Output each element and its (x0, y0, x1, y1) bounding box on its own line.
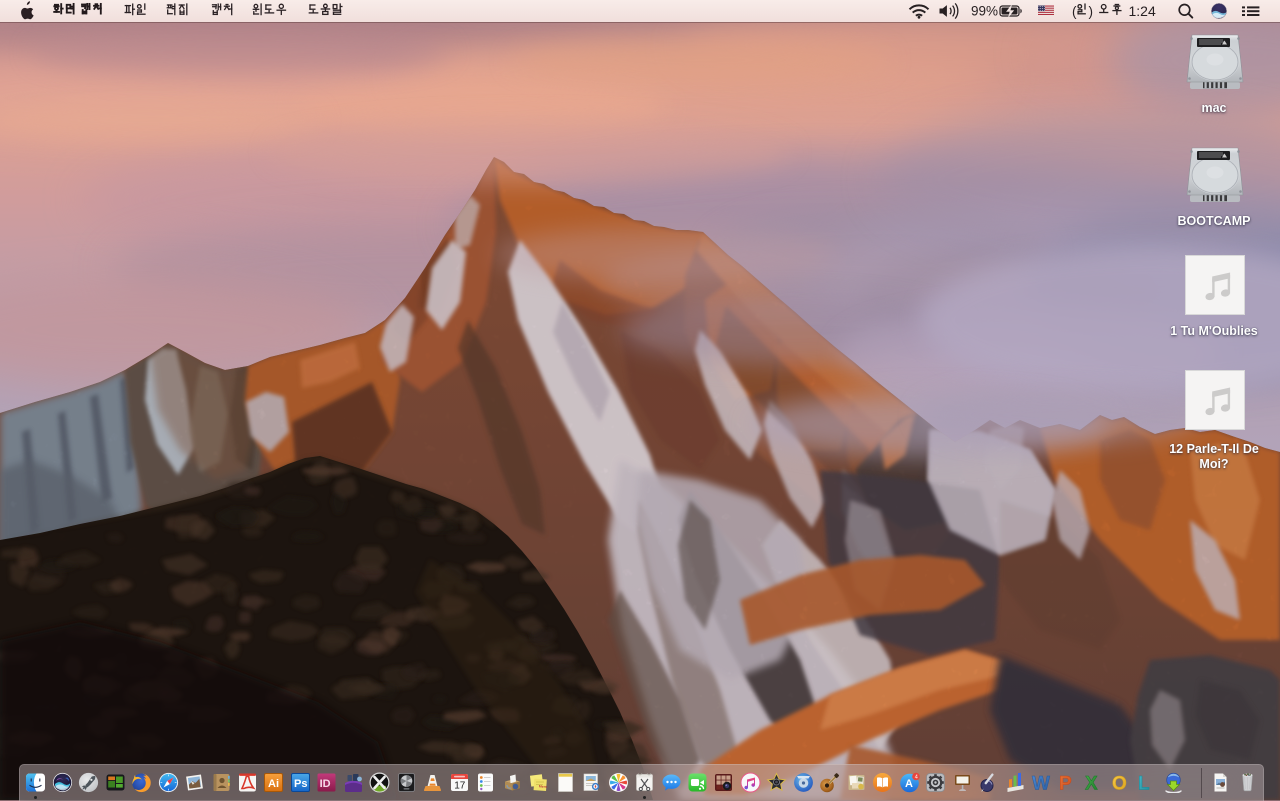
svg-text:ID: ID (320, 778, 331, 790)
svg-text:A: A (905, 778, 913, 790)
svg-text:99%: 99% (971, 4, 998, 19)
svg-text:L: L (1138, 774, 1150, 794)
svg-text:W: W (1032, 774, 1050, 794)
svg-text:): ) (1089, 4, 1094, 19)
svg-text:Ps: Ps (294, 778, 307, 790)
svg-text:Mem: Mem (539, 784, 547, 789)
svg-text:Ai: Ai (268, 778, 279, 790)
svg-text:P: P (1059, 774, 1072, 794)
svg-text:4: 4 (914, 774, 917, 780)
svg-text:17: 17 (454, 781, 466, 792)
svg-text:X: X (1085, 774, 1098, 794)
svg-text:1:24: 1:24 (1129, 3, 1156, 19)
svg-text:O: O (1112, 774, 1127, 794)
svg-text:(: ( (1072, 4, 1077, 19)
